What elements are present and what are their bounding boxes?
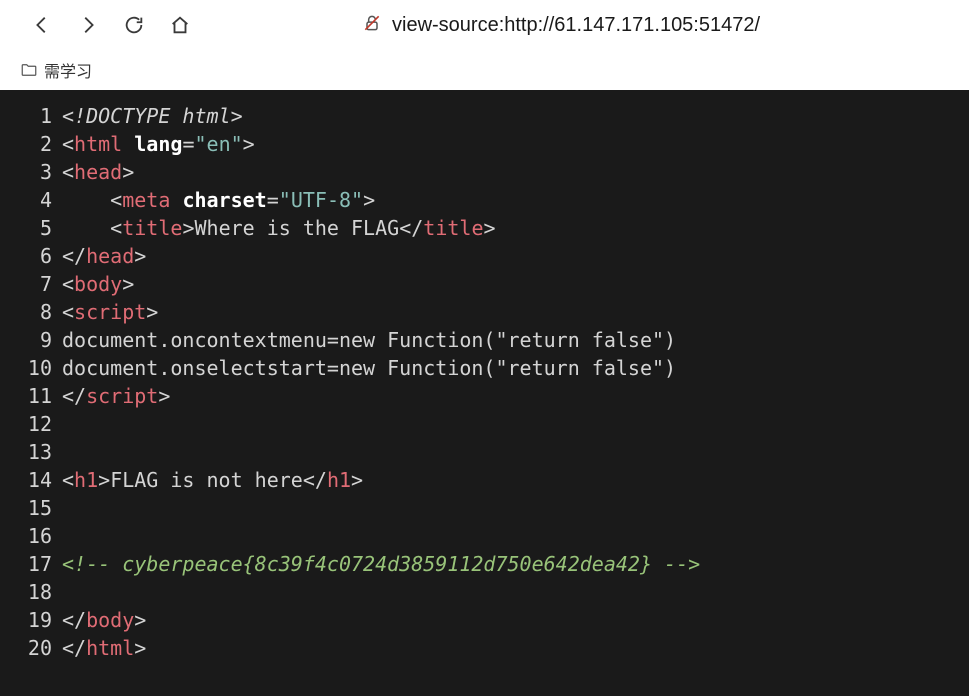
token-tag: html xyxy=(86,636,134,660)
token-tag: html xyxy=(74,132,122,156)
line-number: 5 xyxy=(0,214,62,242)
source-line: 15 xyxy=(0,494,969,522)
url-text: view-source:http://61.147.171.105:51472/ xyxy=(392,14,760,37)
source-line: 12 xyxy=(0,410,969,438)
bookmark-label: 需学习 xyxy=(44,58,92,82)
address-bar[interactable]: view-source:http://61.147.171.105:51472/ xyxy=(362,13,941,38)
source-view: 1 <!DOCTYPE html> 2 <html lang="en"> 3 <… xyxy=(0,90,969,696)
line-number: 10 xyxy=(0,354,62,382)
home-button[interactable] xyxy=(166,11,194,39)
token-tag: meta xyxy=(122,188,170,212)
token-attr: lang xyxy=(134,132,182,156)
folder-icon xyxy=(20,61,38,79)
token-tag: h1 xyxy=(327,468,351,492)
line-number: 11 xyxy=(0,382,62,410)
source-line: 13 xyxy=(0,438,969,466)
source-line: 8 <script> xyxy=(0,298,969,326)
arrow-right-icon xyxy=(77,14,99,36)
token-tag: script xyxy=(86,384,158,408)
source-line: 5 <title>Where is the FLAG</title> xyxy=(0,214,969,242)
line-number: 12 xyxy=(0,410,62,438)
line-number: 16 xyxy=(0,522,62,550)
token-attr: charset xyxy=(182,188,266,212)
reload-button[interactable] xyxy=(120,11,148,39)
line-number: 18 xyxy=(0,578,62,606)
token-tag: head xyxy=(74,160,122,184)
reload-icon xyxy=(123,14,145,36)
forward-button[interactable] xyxy=(74,11,102,39)
token-tag: title xyxy=(122,216,182,240)
source-line: 6 </head> xyxy=(0,242,969,270)
token-str: "en" xyxy=(194,132,242,156)
source-line: 19 </body> xyxy=(0,606,969,634)
token-tag: head xyxy=(86,244,134,268)
bookmark-item-1[interactable]: 需学习 xyxy=(20,58,92,82)
token-text: Where is the FLAG xyxy=(194,216,399,240)
token-text: FLAG is not here xyxy=(110,468,303,492)
token-tag: title xyxy=(423,216,483,240)
source-line: 18 xyxy=(0,578,969,606)
token-comment: <!-- cyberpeace{8c39f4c0724d3859112d750e… xyxy=(62,552,700,576)
line-number: 19 xyxy=(0,606,62,634)
line-number: 2 xyxy=(0,130,62,158)
source-line: 7 <body> xyxy=(0,270,969,298)
browser-toolbar: view-source:http://61.147.171.105:51472/ xyxy=(0,0,969,50)
source-line: 20 </html> xyxy=(0,634,969,662)
insecure-icon xyxy=(362,13,382,38)
token-tag: body xyxy=(74,272,122,296)
line-number: 1 xyxy=(0,102,62,130)
token-tag: body xyxy=(86,608,134,632)
source-line: 4 <meta charset="UTF-8"> xyxy=(0,186,969,214)
source-line: 16 xyxy=(0,522,969,550)
line-number: 17 xyxy=(0,550,62,578)
line-number: 7 xyxy=(0,270,62,298)
bookmarks-bar: 需学习 xyxy=(0,50,969,90)
line-number: 6 xyxy=(0,242,62,270)
line-number: 3 xyxy=(0,158,62,186)
source-line: 2 <html lang="en"> xyxy=(0,130,969,158)
source-line: 11 </script> xyxy=(0,382,969,410)
line-number: 14 xyxy=(0,466,62,494)
token-js: document.oncontextmenu=new Function("ret… xyxy=(62,326,676,354)
line-number: 4 xyxy=(0,186,62,214)
token-doctype: <!DOCTYPE html> xyxy=(62,104,243,128)
source-line: 1 <!DOCTYPE html> xyxy=(0,102,969,130)
token-str: "UTF-8" xyxy=(279,188,363,212)
source-line: 10 document.onselectstart=new Function("… xyxy=(0,354,969,382)
home-icon xyxy=(169,14,191,36)
line-number: 9 xyxy=(0,326,62,354)
line-number: 15 xyxy=(0,494,62,522)
source-line: 17 <!-- cyberpeace{8c39f4c0724d3859112d7… xyxy=(0,550,969,578)
back-button[interactable] xyxy=(28,11,56,39)
line-number: 13 xyxy=(0,438,62,466)
token-js: document.onselectstart=new Function("ret… xyxy=(62,354,676,382)
token-tag: script xyxy=(74,300,146,324)
source-line: 9 document.oncontextmenu=new Function("r… xyxy=(0,326,969,354)
line-number: 8 xyxy=(0,298,62,326)
line-number: 20 xyxy=(0,634,62,662)
source-line: 3 <head> xyxy=(0,158,969,186)
token-tag: h1 xyxy=(74,468,98,492)
arrow-left-icon xyxy=(31,14,53,36)
source-line: 14 <h1>FLAG is not here</h1> xyxy=(0,466,969,494)
